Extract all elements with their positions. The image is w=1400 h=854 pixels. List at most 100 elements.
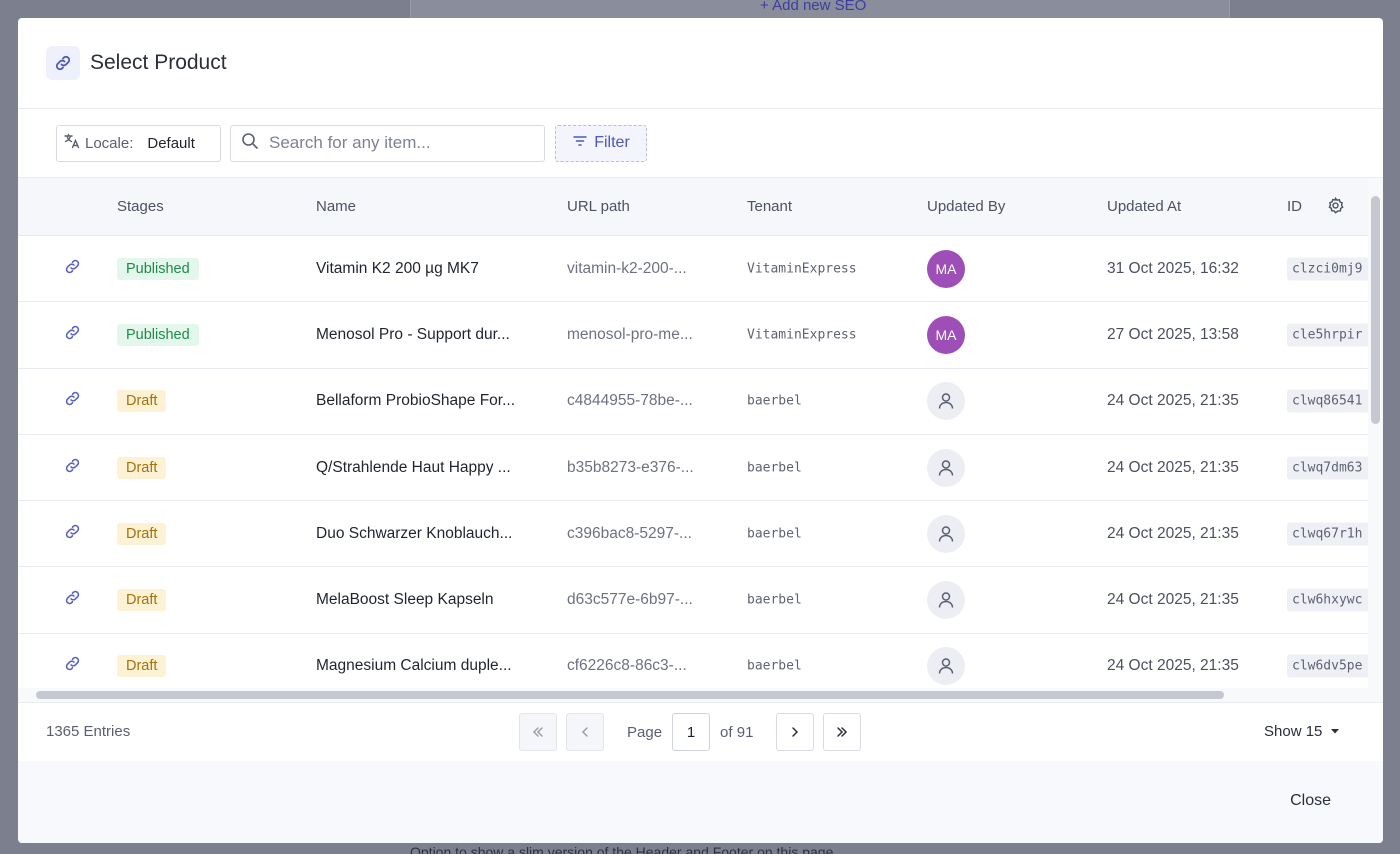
- pagination-footer: 1365 Entries Page of 91 Show 15: [18, 702, 1383, 762]
- tenant: baerbel: [747, 658, 802, 674]
- pager: Page of 91: [519, 713, 862, 751]
- next-page-button[interactable]: [776, 713, 815, 751]
- url-path: b35b8273-e376-...: [567, 458, 694, 476]
- url-path: c396bac8-5297-...: [567, 524, 692, 542]
- column-updated-by[interactable]: Updated By: [927, 198, 1005, 215]
- page-total: of 91: [720, 723, 754, 741]
- tenant: baerbel: [747, 393, 802, 409]
- updated-at: 31 Oct 2025, 16:32: [1107, 259, 1239, 277]
- chevron-left-icon: [581, 727, 588, 737]
- column-tenant[interactable]: Tenant: [747, 198, 792, 215]
- locale-selector[interactable]: Locale: Default: [56, 124, 221, 162]
- status-badge: Published: [117, 257, 199, 280]
- product-name: Menosol Pro - Support dur...: [316, 325, 510, 343]
- url-path: d63c577e-6b97-...: [567, 591, 693, 609]
- user-avatar-icon: [927, 448, 965, 487]
- table-row[interactable]: Draft Q/Strahlende Haut Happy ... b35b82…: [18, 435, 1383, 502]
- updated-at: 24 Oct 2025, 21:35: [1107, 458, 1239, 476]
- translate-icon: [63, 132, 81, 154]
- column-settings-icon[interactable]: [1326, 196, 1345, 219]
- column-url-path[interactable]: URL path: [567, 198, 630, 215]
- product-name: Bellaform ProbioShape For...: [316, 392, 516, 410]
- select-product-modal: Select Product Locale: Default Search fo…: [18, 18, 1383, 843]
- link-icon[interactable]: [63, 323, 82, 347]
- product-name: Vitamin K2 200 µg MK7: [316, 259, 479, 277]
- filter-icon: [572, 133, 588, 154]
- record-id: clwq67r1h: [1287, 522, 1377, 546]
- column-updated-at[interactable]: Updated At: [1107, 198, 1181, 215]
- table-row[interactable]: Published Menosol Pro - Support dur... m…: [18, 302, 1383, 369]
- toolbar: Locale: Default Filter: [18, 109, 1383, 177]
- filter-label: Filter: [594, 134, 630, 151]
- column-id[interactable]: ID: [1287, 198, 1302, 215]
- product-name: MelaBoost Sleep Kapseln: [316, 591, 494, 609]
- page-label: Page: [627, 723, 663, 741]
- close-button[interactable]: Close: [1290, 792, 1331, 810]
- link-icon[interactable]: [63, 456, 82, 480]
- table-row[interactable]: Draft Duo Schwarzer Knoblauch... c396bac…: [18, 501, 1383, 568]
- updated-at: 24 Oct 2025, 21:35: [1107, 524, 1239, 542]
- record-id: clwq7dm63: [1287, 456, 1377, 480]
- link-icon[interactable]: [63, 257, 82, 281]
- record-id: clw6hxywc: [1287, 588, 1377, 612]
- avatar: MA: [927, 249, 965, 288]
- status-badge: Draft: [117, 456, 167, 479]
- double-chevron-right-icon: [837, 727, 848, 737]
- tenant: VitaminExpress: [747, 261, 857, 277]
- vertical-scrollbar[interactable]: [1368, 178, 1383, 702]
- column-name[interactable]: Name: [316, 198, 356, 215]
- url-path: c4844955-78be-...: [567, 392, 693, 410]
- horizontal-scroll-thumb[interactable]: [36, 691, 1224, 699]
- record-id: clwq86541: [1287, 389, 1377, 413]
- url-path: cf6226c8-86c3-...: [567, 657, 687, 675]
- product-name: Magnesium Calcium duple...: [316, 657, 512, 675]
- record-id: clzci0mj9: [1287, 257, 1377, 281]
- avatar: MA: [927, 315, 965, 354]
- link-icon[interactable]: [63, 588, 82, 612]
- previous-page-button[interactable]: [566, 713, 604, 751]
- column-stages[interactable]: Stages: [117, 198, 164, 215]
- url-path: menosol-pro-me...: [567, 325, 693, 343]
- user-avatar-icon: [927, 382, 965, 421]
- table-row[interactable]: Draft MelaBoost Sleep Kapseln d63c577e-6…: [18, 567, 1383, 634]
- page-number-input[interactable]: [672, 713, 711, 751]
- updated-at: 27 Oct 2025, 13:58: [1107, 325, 1239, 343]
- vertical-scroll-thumb[interactable]: [1371, 196, 1380, 424]
- double-chevron-left-icon: [532, 727, 543, 737]
- locale-label: Locale:: [85, 134, 134, 152]
- last-page-button[interactable]: [823, 713, 862, 751]
- user-avatar-icon: [927, 647, 965, 686]
- modal-title: Select Product: [90, 51, 227, 74]
- background-note: Option to show a slim version of the Hea…: [410, 844, 834, 854]
- user-avatar-icon: [927, 514, 965, 553]
- chevron-right-icon: [792, 727, 799, 737]
- updated-at: 24 Oct 2025, 21:35: [1107, 392, 1239, 410]
- horizontal-scrollbar[interactable]: [18, 688, 1368, 702]
- tenant: baerbel: [747, 592, 802, 608]
- tenant: VitaminExpress: [747, 327, 857, 343]
- status-badge: Draft: [117, 522, 167, 545]
- tenant: baerbel: [747, 526, 802, 542]
- page-size-label: Show 15: [1264, 723, 1323, 740]
- search-icon: [241, 132, 259, 155]
- page-size-select[interactable]: Show 15: [1264, 723, 1340, 740]
- filter-button[interactable]: Filter: [555, 124, 647, 162]
- link-icon[interactable]: [63, 654, 82, 678]
- updated-at: 24 Oct 2025, 21:35: [1107, 591, 1239, 609]
- search-input[interactable]: [269, 133, 529, 153]
- record-id: cle5hrpir: [1287, 323, 1377, 347]
- first-page-button[interactable]: [519, 713, 557, 751]
- product-table: Stages Name URL path Tenant Updated By U…: [18, 177, 1383, 702]
- caret-down-icon: [1330, 723, 1340, 740]
- tenant: baerbel: [747, 460, 802, 476]
- search-box: [230, 124, 545, 162]
- link-icon: [46, 46, 80, 80]
- updated-at: 24 Oct 2025, 21:35: [1107, 657, 1239, 675]
- status-badge: Draft: [117, 655, 167, 678]
- table-row[interactable]: Draft Bellaform ProbioShape For... c4844…: [18, 369, 1383, 435]
- background-add-seo-link: + Add new SEO: [760, 0, 867, 14]
- link-icon[interactable]: [63, 389, 82, 413]
- link-icon[interactable]: [63, 522, 82, 546]
- table-row[interactable]: Published Vitamin K2 200 µg MK7 vitamin-…: [18, 236, 1383, 303]
- modal-header: Select Product: [18, 18, 1383, 109]
